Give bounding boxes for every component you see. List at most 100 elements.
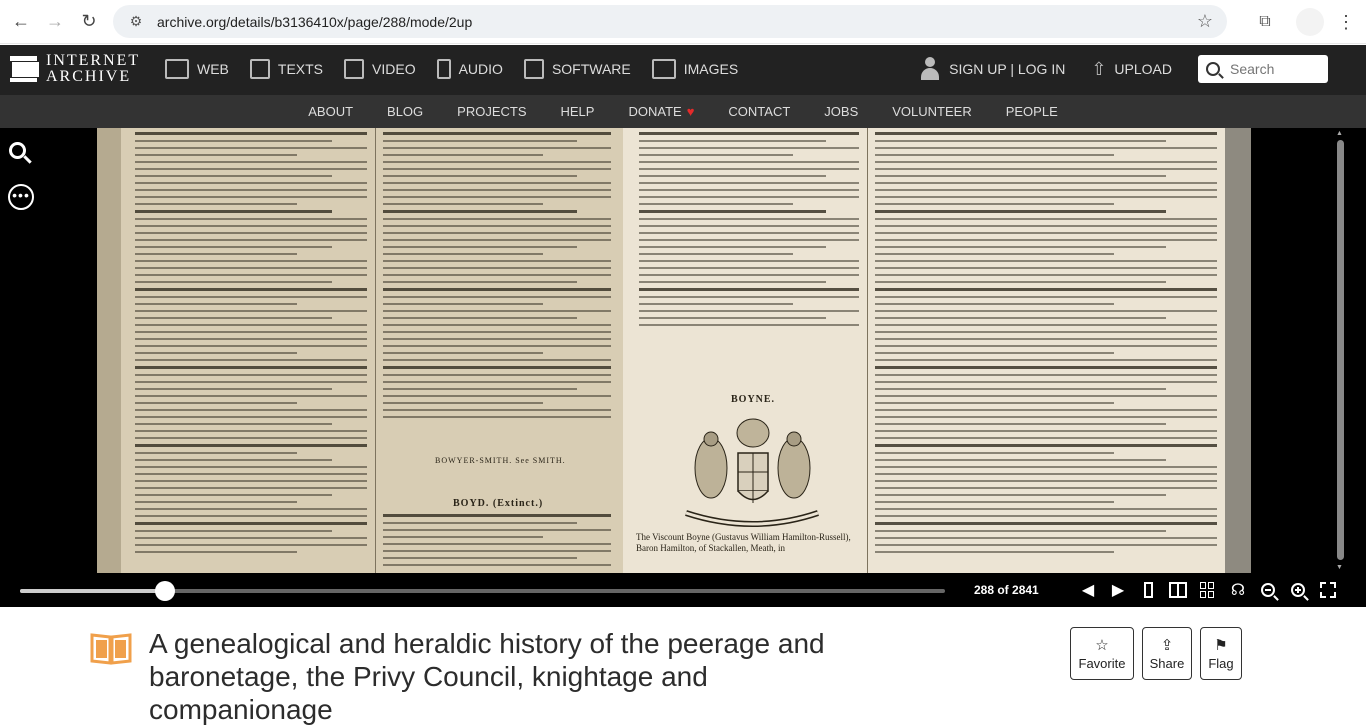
one-page-view-icon[interactable] [1133,579,1163,601]
text-line [875,508,1217,510]
media-images[interactable]: IMAGES [651,59,738,79]
text-line [135,522,367,525]
browser-menu-icon[interactable]: ⋮ [1334,12,1358,33]
read-aloud-headphones-icon[interactable]: ☊ [1223,579,1253,601]
media-audio[interactable]: AUDIO [436,59,503,79]
internet-archive-logo[interactable]: INTERNET ARCHIVE [10,53,140,85]
text-line [875,182,1217,184]
favorite-button[interactable]: ☆ Favorite [1070,627,1134,680]
site-settings-icon[interactable]: ⚙ [127,13,145,31]
fullscreen-icon[interactable] [1313,579,1343,601]
media-software-label: SOFTWARE [551,61,631,77]
text-line [135,324,367,326]
extensions-icon[interactable]: ⧉ [1248,13,1282,31]
text-line [383,345,611,347]
text-line [875,281,1166,283]
text-line [875,274,1217,276]
text-line [135,225,367,227]
profile-avatar[interactable] [1296,8,1324,36]
text-line [383,267,611,269]
scroll-up-icon[interactable]: ▲ [1336,130,1343,137]
nav-contact[interactable]: CONTACT [728,104,790,119]
left-page[interactable]: BOWYER-SMITH. See SMITH. BOYD. (Extinct.… [97,128,623,573]
zoom-in-icon[interactable] [1283,579,1313,601]
sign-up-log-in-link[interactable]: SIGN UP | LOG IN [921,57,1065,81]
text-line [875,132,1217,135]
reload-icon[interactable]: ↻ [72,5,106,39]
share-icon: ⇪ [1160,637,1174,654]
nav-jobs[interactable]: JOBS [824,104,858,119]
next-page-icon[interactable]: ▶ [1103,579,1133,601]
text-line [639,161,859,163]
nav-projects[interactable]: PROJECTS [457,104,526,119]
text-line [383,246,577,248]
search-box[interactable] [1198,55,1328,83]
text-line [875,225,1217,227]
address-bar[interactable]: ⚙ archive.org/details/b3136410x/page/288… [113,5,1227,38]
zoom-out-icon[interactable] [1253,579,1283,601]
text-line [639,317,826,319]
text-line [875,331,1217,333]
two-page-view-icon[interactable] [1163,579,1193,601]
text-line [135,274,367,276]
text-line [135,444,367,447]
forward-arrow-icon[interactable]: → [38,5,72,39]
text-line [135,416,367,418]
nav-donate[interactable]: DONATE ♥ [628,104,694,119]
upload-link[interactable]: ⇧ UPLOAD [1091,59,1172,80]
flag-icon: ⚑ [1214,637,1228,654]
bookmark-star-icon[interactable]: ☆ [1197,11,1213,32]
text-line [135,132,367,135]
media-texts-label: TEXTS [277,61,324,77]
back-arrow-icon[interactable]: ← [4,5,38,39]
flag-button[interactable]: ⚑ Flag [1200,627,1242,680]
page-scrollbar[interactable]: ▲ ▼ [1334,128,1346,573]
nav-blog[interactable]: BLOG [387,104,423,119]
page-slider-handle[interactable] [155,581,175,601]
share-button[interactable]: ⇪ Share [1142,627,1192,680]
more-options-icon[interactable]: ••• [8,184,34,210]
search-inside-icon[interactable] [9,142,32,164]
previous-page-icon[interactable]: ◀ [1073,579,1103,601]
page-slider[interactable] [20,581,945,601]
text-line [875,324,1217,326]
media-software[interactable]: SOFTWARE [523,59,631,79]
text-line [383,366,611,369]
text-line [135,218,367,220]
text-line [875,501,1115,503]
text-line [639,182,859,184]
text-line [875,452,1115,454]
text-line [383,395,611,397]
media-video[interactable]: VIDEO [344,59,416,79]
text-line [383,274,611,276]
search-input[interactable] [1230,61,1320,77]
text-line [135,246,333,248]
text-line [639,296,859,298]
text-line [875,437,1217,439]
url-text[interactable]: archive.org/details/b3136410x/page/288/m… [157,14,472,30]
text-line [383,303,543,305]
bowyer-smith-heading: BOWYER-SMITH. See SMITH. [435,456,566,465]
text-line [875,196,1217,198]
scroll-thumb[interactable] [1337,140,1344,560]
book-reader: ••• BOWYER-SMITH. See SMITH. BOYD. (Exti… [0,128,1366,607]
text-line [383,522,577,524]
nav-volunteer[interactable]: VOLUNTEER [892,104,971,119]
logo-line-1: INTERNET [46,52,141,69]
nav-people[interactable]: PEOPLE [1006,104,1058,119]
scroll-down-icon[interactable]: ▼ [1336,564,1343,571]
search-icon[interactable] [1206,62,1220,76]
media-web[interactable]: WEB [165,59,229,79]
right-page-column-1 [635,132,863,336]
nav-help[interactable]: HELP [561,104,595,119]
text-line [875,267,1217,269]
text-line [639,147,859,149]
text-line [135,480,367,482]
nav-about[interactable]: ABOUT [308,104,353,119]
text-line [383,564,611,566]
text-line [383,225,611,227]
media-texts[interactable]: TEXTS [249,59,324,79]
page-spread[interactable]: BOWYER-SMITH. See SMITH. BOYD. (Extinct.… [97,128,1251,573]
thumbnail-view-icon[interactable] [1193,579,1223,601]
text-line [875,218,1217,220]
